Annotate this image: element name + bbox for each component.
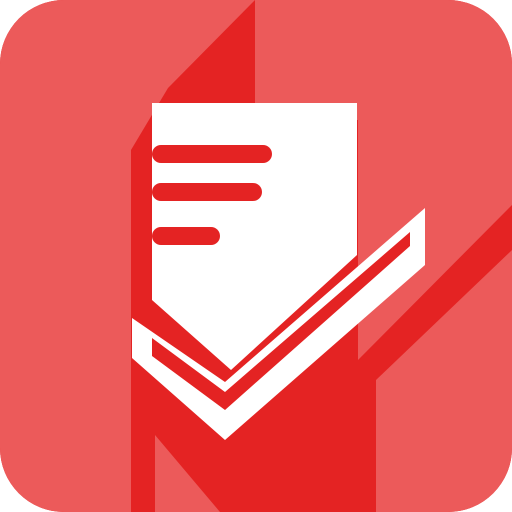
doc-line-3: [152, 227, 220, 245]
doc-line-1: [152, 145, 272, 163]
doc-line-2: [152, 183, 262, 201]
app-icon[interactable]: [0, 0, 512, 512]
document-check-icon: [0, 0, 512, 512]
